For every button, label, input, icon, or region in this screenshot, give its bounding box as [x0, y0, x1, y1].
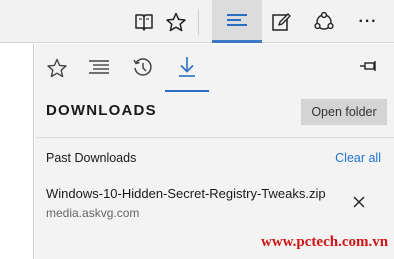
- clear-all-link[interactable]: Clear all: [335, 151, 381, 165]
- section-divider: [35, 137, 394, 138]
- tab-favorites[interactable]: [35, 48, 79, 92]
- toolbar-separator: [198, 9, 199, 35]
- tab-reading-list[interactable]: [77, 48, 121, 92]
- browser-toolbar: ···: [0, 0, 394, 43]
- pin-pane-button[interactable]: [357, 58, 379, 78]
- web-note-icon: [271, 12, 291, 32]
- favorite-button[interactable]: [158, 0, 194, 43]
- favorites-star-icon: [47, 58, 67, 83]
- more-icon: ···: [358, 12, 378, 30]
- past-downloads-label: Past Downloads: [46, 151, 137, 165]
- remove-download-button[interactable]: [351, 196, 367, 212]
- pin-icon: [359, 59, 377, 77]
- share-icon: [313, 11, 335, 32]
- tab-downloads[interactable]: [165, 48, 209, 92]
- panel-title: DOWNLOADS: [46, 102, 157, 119]
- download-filename[interactable]: Windows-10-Hidden-Secret-Registry-Tweaks…: [46, 186, 326, 201]
- watermark: www.pctech.com.vn: [261, 234, 389, 250]
- share-button[interactable]: [306, 0, 342, 43]
- history-clock-icon: [132, 57, 154, 84]
- favorite-star-icon: [166, 12, 186, 32]
- close-icon: [353, 195, 365, 213]
- download-item[interactable]: Windows-10-Hidden-Secret-Registry-Tweaks…: [35, 178, 394, 228]
- reading-list-icon: [88, 59, 110, 82]
- hub-icon: [226, 12, 248, 28]
- open-folder-button[interactable]: Open folder: [301, 99, 387, 125]
- download-arrow-icon: [177, 56, 197, 83]
- reading-view-button[interactable]: [126, 0, 162, 43]
- reading-view-icon: [134, 13, 154, 31]
- page-content-edge: [0, 44, 34, 259]
- hub-panel: DOWNLOADS Open folder Past Downloads Cle…: [35, 44, 394, 259]
- tab-history[interactable]: [121, 48, 165, 92]
- more-button[interactable]: ···: [350, 0, 386, 43]
- download-source: media.askvg.com: [46, 206, 140, 220]
- web-note-button[interactable]: [263, 0, 299, 43]
- hub-button[interactable]: [212, 0, 262, 43]
